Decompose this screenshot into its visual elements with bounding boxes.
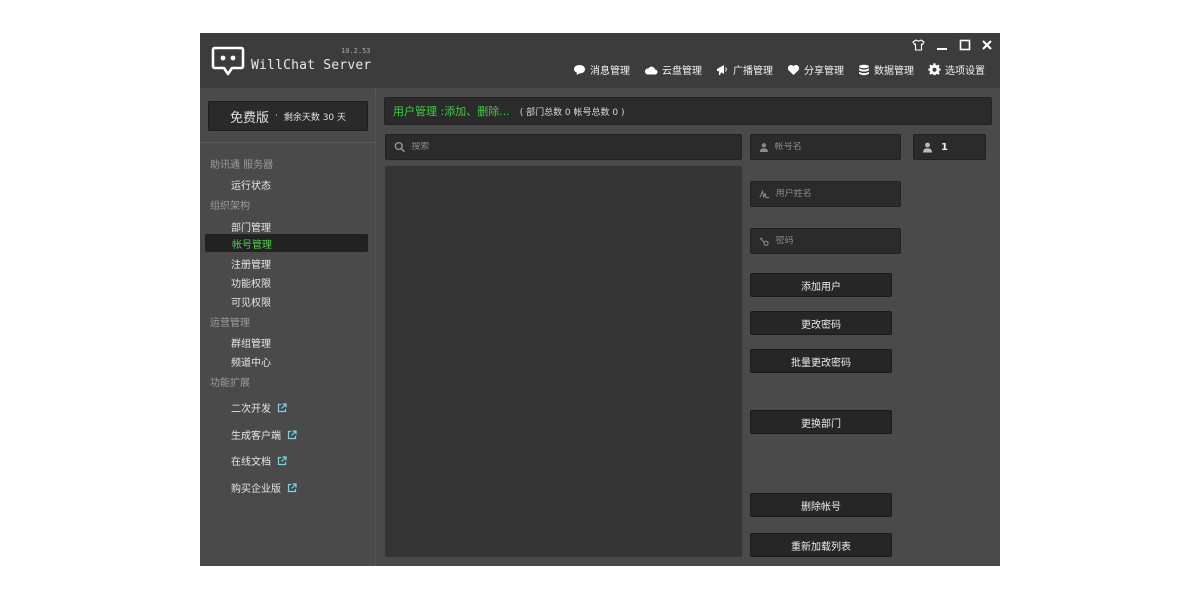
change-department-button[interactable]: 更换部门 bbox=[750, 410, 892, 434]
sidebar-item-run-status[interactable]: 运行状态 bbox=[231, 177, 271, 192]
sidebar-item-group-management[interactable]: 群组管理 bbox=[231, 335, 271, 350]
sidebar-item-label: 生成客户端 bbox=[231, 431, 281, 442]
edition-dot: · bbox=[274, 111, 278, 121]
chat-bubble-icon bbox=[574, 64, 585, 75]
close-icon[interactable] bbox=[979, 38, 995, 52]
nav-message-management[interactable]: 消息管理 bbox=[573, 62, 630, 77]
add-user-button[interactable]: 添加用户 bbox=[750, 273, 892, 297]
nav-label: 云盘管理 bbox=[662, 66, 702, 77]
sidebar-separator bbox=[200, 142, 375, 143]
app-window: WillChat Server 10.2.53 消息管理 云盘管理 广播管理 分… bbox=[200, 33, 1000, 566]
sidebar-item-label: 在线文档 bbox=[231, 457, 271, 468]
full-name-field[interactable] bbox=[750, 181, 901, 207]
sidebar-item-label: 购买企业版 bbox=[231, 484, 281, 495]
sidebar-divider bbox=[375, 88, 376, 566]
sidebar: 免费版 · 剩余天数 30 天 助讯通 服务器 运行状态 组织架构 部门管理 帐… bbox=[200, 88, 375, 566]
megaphone-icon bbox=[717, 64, 727, 75]
section-header: 用户管理 :添加、删除... ( 部门总数 0 帐号总数 0 ) bbox=[384, 97, 992, 125]
sidebar-item-online-docs[interactable]: 在线文档 bbox=[231, 453, 287, 468]
sidebar-item-registration-management[interactable]: 注册管理 bbox=[231, 256, 271, 271]
sidebar-group-operations: 运营管理 bbox=[210, 318, 250, 329]
section-stats: ( 部门总数 0 帐号总数 0 ) bbox=[519, 107, 625, 118]
section-title: 用户管理 :添加、删除... bbox=[393, 105, 510, 118]
sidebar-item-secondary-development[interactable]: 二次开发 bbox=[231, 400, 287, 415]
user-icon bbox=[759, 142, 768, 152]
account-name-field[interactable] bbox=[750, 134, 901, 160]
password-field[interactable] bbox=[750, 228, 901, 254]
external-link-icon bbox=[277, 455, 287, 465]
sidebar-group-organization: 组织架构 bbox=[210, 201, 250, 212]
sidebar-item-label: 二次开发 bbox=[231, 404, 271, 415]
signature-icon bbox=[759, 189, 770, 198]
nav-label: 广播管理 bbox=[733, 66, 773, 77]
sidebar-group-extensions: 功能扩展 bbox=[210, 378, 250, 389]
user-id-value: 1 bbox=[941, 141, 948, 153]
nav-broadcast-management[interactable]: 广播管理 bbox=[716, 62, 773, 77]
sidebar-item-buy-enterprise[interactable]: 购买企业版 bbox=[231, 480, 297, 495]
nav-label: 选项设置 bbox=[945, 66, 985, 77]
sidebar-item-channel-center[interactable]: 频道中心 bbox=[231, 354, 271, 369]
sidebar-item-account-management[interactable]: 帐号管理 bbox=[205, 234, 368, 252]
change-password-button[interactable]: 更改密码 bbox=[750, 311, 892, 335]
user-icon bbox=[923, 142, 932, 152]
key-icon bbox=[759, 237, 769, 246]
top-nav: 消息管理 云盘管理 广播管理 分享管理 数据管理 选项设置 bbox=[573, 62, 985, 77]
password-input[interactable] bbox=[775, 236, 900, 246]
sidebar-item-visibility-permissions[interactable]: 可见权限 bbox=[231, 294, 271, 309]
user-id-field[interactable]: 1 bbox=[913, 134, 986, 160]
batch-change-password-button[interactable]: 批量更改密码 bbox=[750, 349, 892, 373]
nav-label: 数据管理 bbox=[874, 66, 914, 77]
app-version: 10.2.53 bbox=[341, 47, 371, 55]
external-link-icon bbox=[277, 402, 287, 412]
sidebar-group-server: 助讯通 服务器 bbox=[210, 160, 274, 171]
nav-share-management[interactable]: 分享管理 bbox=[787, 62, 844, 77]
reload-list-button[interactable]: 重新加载列表 bbox=[750, 533, 892, 557]
edition-name: 免费版 bbox=[229, 110, 269, 126]
search-box[interactable] bbox=[385, 134, 742, 160]
sidebar-item-function-permissions[interactable]: 功能权限 bbox=[231, 275, 271, 290]
heart-icon bbox=[787, 64, 800, 75]
app-title: WillChat Server bbox=[251, 58, 372, 73]
sidebar-item-generate-client[interactable]: 生成客户端 bbox=[231, 427, 297, 442]
nav-cloud-management[interactable]: 云盘管理 bbox=[644, 62, 702, 77]
nav-data-management[interactable]: 数据管理 bbox=[858, 62, 914, 77]
external-link-icon bbox=[287, 482, 297, 492]
edition-badge[interactable]: 免费版 · 剩余天数 30 天 bbox=[208, 101, 368, 131]
search-icon bbox=[394, 141, 405, 153]
search-input[interactable] bbox=[411, 142, 741, 152]
database-icon bbox=[859, 64, 869, 75]
nav-label: 消息管理 bbox=[590, 66, 630, 77]
full-name-input[interactable] bbox=[775, 189, 900, 199]
edition-remaining-days: 剩余天数 30 天 bbox=[283, 112, 347, 123]
sidebar-item-department-management[interactable]: 部门管理 bbox=[231, 219, 271, 234]
cloud-icon bbox=[644, 66, 658, 74]
external-link-icon bbox=[287, 429, 297, 439]
chat-logo-icon bbox=[211, 46, 245, 76]
minimize-icon[interactable] bbox=[934, 38, 950, 52]
delete-account-button[interactable]: 删除帐号 bbox=[750, 493, 892, 517]
skin-icon[interactable] bbox=[910, 38, 926, 52]
nav-options-settings[interactable]: 选项设置 bbox=[928, 62, 985, 77]
nav-label: 分享管理 bbox=[804, 66, 844, 77]
account-list[interactable] bbox=[385, 166, 742, 557]
account-name-input[interactable] bbox=[774, 142, 900, 152]
maximize-icon[interactable] bbox=[957, 38, 973, 52]
gear-icon bbox=[928, 63, 941, 76]
sidebar-item-label: 帐号管理 bbox=[232, 240, 272, 251]
title-bar: WillChat Server 10.2.53 消息管理 云盘管理 广播管理 分… bbox=[200, 33, 1000, 88]
